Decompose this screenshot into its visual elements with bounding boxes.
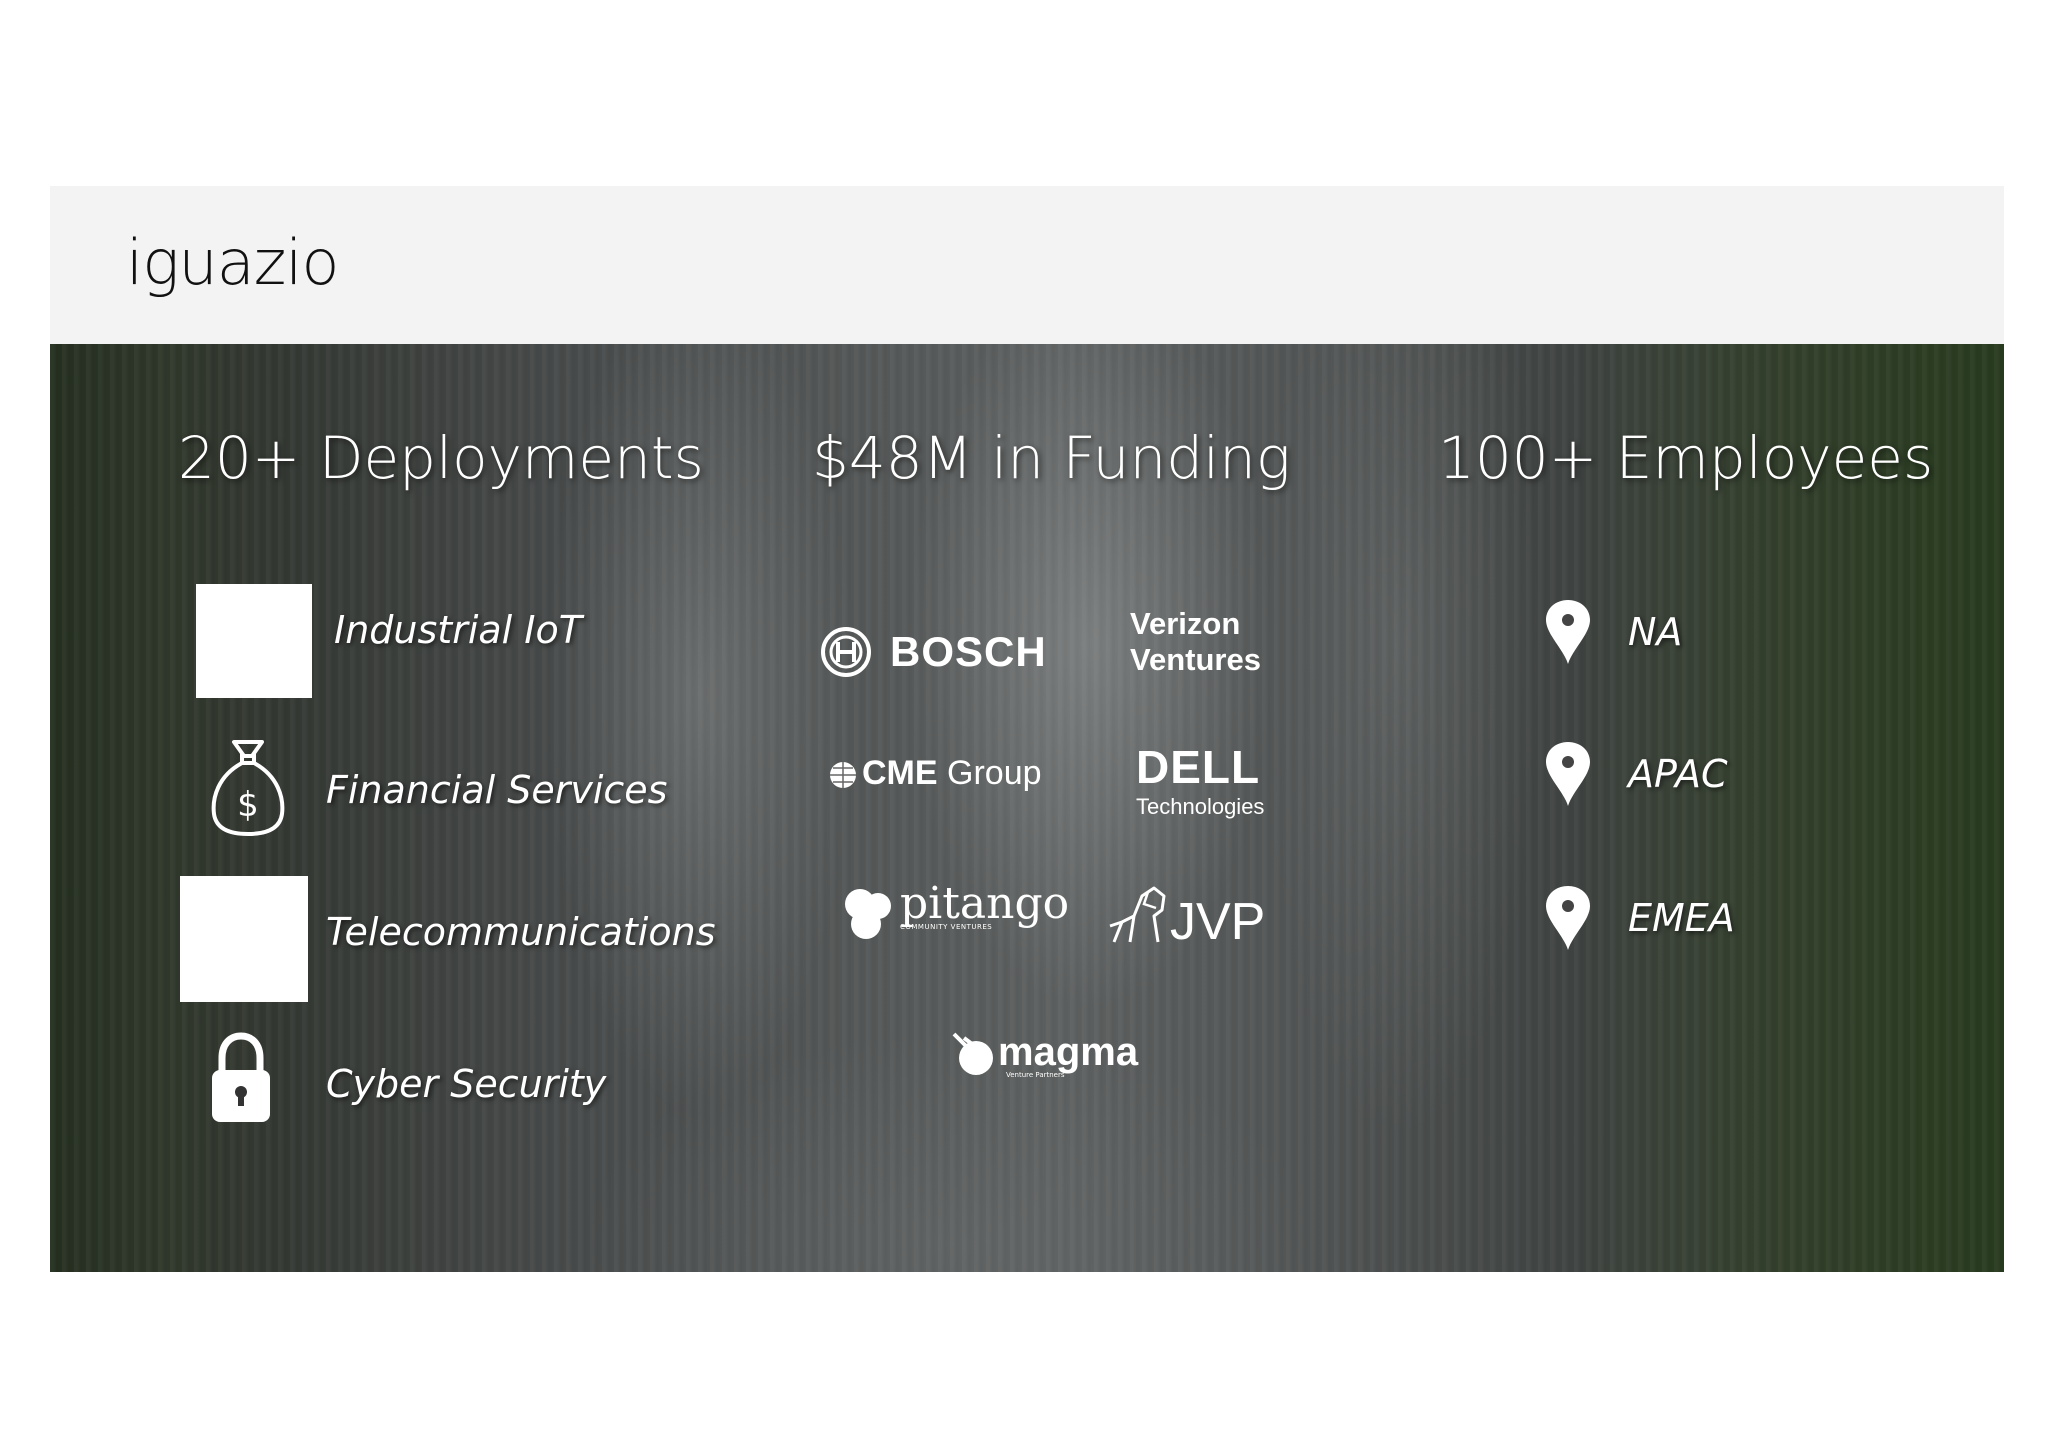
magma-logo: magma Venture Partners (998, 1030, 1138, 1079)
slide: iguazio 20+ Deployments Industrial IoT $… (50, 186, 2004, 1272)
dell-logo-subtext: Technologies (1136, 794, 1265, 819)
employees-heading: 100+ Employees (1438, 424, 1934, 492)
cme-logo-rest: Group (947, 754, 1042, 792)
telecommunications-label: Telecommunications (326, 910, 716, 954)
dell-logo-text: DELL (1136, 741, 1261, 793)
brand-logo-text: iguazio (126, 226, 339, 299)
region-na-label: NA (1628, 610, 1683, 654)
padlock-icon (212, 1032, 270, 1122)
verizon-logo-line2: Ventures (1130, 642, 1261, 677)
waterfall-background-panel: 20+ Deployments Industrial IoT $ Financi… (50, 344, 2004, 1272)
verizon-logo-line1: Verizon (1130, 606, 1241, 641)
industrial-iot-image (196, 584, 312, 698)
location-pin-icon (1546, 742, 1590, 806)
bosch-logo: BOSCH (890, 628, 1047, 675)
verizon-ventures-logo: Verizon Ventures (1130, 606, 1261, 678)
pitango-logo: pitango COMMUNITY VENTURES (900, 878, 1069, 931)
slide-header: iguazio (50, 186, 2004, 344)
financial-services-label: Financial Services (326, 768, 668, 812)
cme-logo-bold: CME (862, 754, 938, 792)
location-pin-icon (1546, 886, 1590, 950)
jvp-logo: JVP (1170, 893, 1266, 951)
cyber-security-label: Cyber Security (326, 1062, 607, 1106)
cme-globe-icon (830, 762, 856, 788)
jvp-lion-icon (1109, 886, 1166, 943)
industrial-iot-label: Industrial IoT (334, 608, 582, 652)
pitango-logo-text: pitango (900, 878, 1070, 929)
deployments-heading: 20+ Deployments (178, 424, 704, 492)
magma-mark-icon (952, 1032, 993, 1075)
location-pin-icon (1546, 600, 1590, 664)
cme-group-logo: CME Group (862, 754, 1042, 793)
bosch-emblem-icon (821, 627, 871, 677)
telecommunications-image (180, 876, 308, 1002)
region-emea-label: EMEA (1628, 896, 1735, 940)
dell-technologies-logo: DELL Technologies (1136, 740, 1265, 820)
magma-logo-text: magma (998, 1030, 1139, 1074)
money-bag-icon: $ (211, 740, 285, 836)
region-apac-label: APAC (1628, 752, 1728, 796)
funding-heading: $48M in Funding (812, 424, 1291, 492)
svg-text:$: $ (237, 785, 259, 825)
pitango-mark-icon (845, 889, 891, 939)
